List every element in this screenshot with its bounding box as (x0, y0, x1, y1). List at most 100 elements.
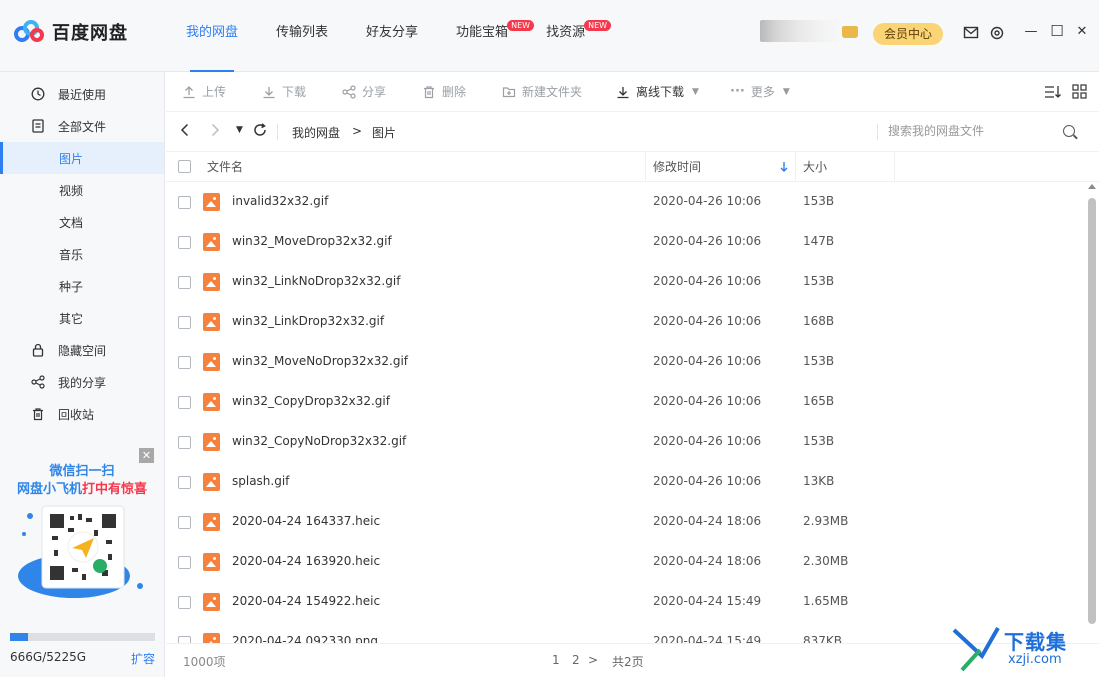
breadcrumb-separator: > (352, 124, 363, 138)
upload-button[interactable]: 上传 (182, 72, 226, 112)
table-row[interactable]: 2020-04-24 154922.heic 2020-04-24 15:49 1.… (166, 582, 1084, 622)
next-page-arrow[interactable]: > (588, 653, 598, 667)
scroll-up-arrow-icon[interactable] (1088, 184, 1096, 189)
vip-center-button[interactable]: 会员中心 (873, 23, 943, 45)
row-checkbox[interactable] (178, 356, 191, 369)
sidebar-item-1[interactable]: 全部文件 (0, 110, 164, 142)
forward-arrow-icon[interactable] (210, 123, 220, 141)
select-all-checkbox[interactable] (178, 160, 191, 173)
row-checkbox[interactable] (178, 236, 191, 249)
share-button[interactable]: 分享 (342, 72, 386, 112)
settings-icon[interactable] (989, 25, 1005, 41)
grid-view-icon[interactable] (1072, 84, 1087, 99)
file-modified: 2020-04-24 18:06 (653, 554, 762, 568)
row-checkbox[interactable] (178, 636, 191, 643)
table-row[interactable]: win32_MoveNoDrop32x32.gif 2020-04-26 10:0… (166, 342, 1084, 382)
row-checkbox[interactable] (178, 316, 191, 329)
table-row[interactable]: 2020-04-24 164337.heic 2020-04-24 18:06 2.… (166, 502, 1084, 542)
document-icon (30, 118, 46, 134)
file-name[interactable]: win32_LinkDrop32x32.gif (232, 314, 384, 328)
row-checkbox[interactable] (178, 436, 191, 449)
file-name[interactable]: win32_MoveDrop32x32.gif (232, 234, 392, 248)
tab-1[interactable]: 传输列表 (260, 0, 344, 72)
breadcrumb-root[interactable]: 我的网盘 (292, 124, 340, 141)
sidebar-item-9[interactable]: 我的分享 (0, 366, 164, 398)
file-name[interactable]: 2020-04-24 154922.heic (232, 594, 380, 608)
delete-button[interactable]: 删除 (422, 72, 466, 112)
table-row[interactable]: splash.gif 2020-04-26 10:06 13KB (166, 462, 1084, 502)
back-arrow-icon[interactable] (180, 123, 190, 141)
page-1-link[interactable]: 1 (552, 653, 560, 667)
search-input[interactable] (888, 118, 1078, 144)
file-name[interactable]: win32_MoveNoDrop32x32.gif (232, 354, 408, 368)
expand-storage-link[interactable]: 扩容 (131, 650, 155, 667)
table-row[interactable]: invalid32x32.gif 2020-04-26 10:06 153B (166, 182, 1084, 222)
sort-icon[interactable] (1044, 84, 1062, 100)
close-icon[interactable]: ✕ (1072, 24, 1092, 39)
page-2-link[interactable]: 2 (572, 653, 580, 667)
row-checkbox[interactable] (178, 196, 191, 209)
row-checkbox[interactable] (178, 556, 191, 569)
row-checkbox[interactable] (178, 476, 191, 489)
sidebar-item-8[interactable]: 隐藏空间 (0, 334, 164, 366)
new-folder-button[interactable]: 新建文件夹 (502, 72, 582, 112)
tab-2[interactable]: 好友分享 (350, 0, 434, 72)
more-button[interactable]: ··· 更多 ▼ (730, 72, 790, 112)
row-checkbox[interactable] (178, 516, 191, 529)
file-name[interactable]: invalid32x32.gif (232, 194, 328, 208)
sidebar-item-10[interactable]: 回收站 (0, 398, 164, 430)
user-avatar-blurred[interactable] (760, 20, 845, 42)
mail-icon[interactable] (963, 26, 979, 40)
chevron-down-icon[interactable]: ▼ (783, 73, 790, 111)
share-icon (30, 374, 46, 390)
file-name[interactable]: 2020-04-24 164337.heic (232, 514, 380, 528)
table-row[interactable]: 2020-04-24 163920.heic 2020-04-24 18:06 2.… (166, 542, 1084, 582)
sidebar-item-7[interactable]: 其它 (0, 302, 164, 334)
tab-0[interactable]: 我的网盘 (170, 0, 254, 72)
refresh-icon[interactable] (253, 123, 267, 141)
table-row[interactable]: win32_LinkNoDrop32x32.gif 2020-04-26 10:0… (166, 262, 1084, 302)
scroll-thumb[interactable] (1088, 198, 1096, 624)
table-row[interactable]: win32_CopyDrop32x32.gif 2020-04-26 10:06 1… (166, 382, 1084, 422)
total-pages: 共2页 (612, 655, 644, 669)
download-button[interactable]: 下载 (262, 72, 306, 112)
minimize-icon[interactable]: — (1021, 24, 1041, 39)
sort-desc-arrow-icon[interactable] (779, 161, 789, 173)
maximize-icon[interactable]: ☐ (1047, 22, 1067, 40)
table-row[interactable]: win32_MoveDrop32x32.gif 2020-04-26 10:06 1… (166, 222, 1084, 262)
qr-code-promo-image[interactable] (16, 504, 151, 604)
column-name-header[interactable]: 文件名 (207, 152, 243, 182)
column-modified-header[interactable]: 修改时间 (653, 152, 701, 182)
file-name[interactable]: win32_LinkNoDrop32x32.gif (232, 274, 400, 288)
table-row[interactable]: win32_CopyNoDrop32x32.gif 2020-04-26 10:0… (166, 422, 1084, 462)
breadcrumb-current[interactable]: 图片 (372, 124, 396, 141)
new-folder-icon (502, 87, 516, 98)
row-checkbox[interactable] (178, 596, 191, 609)
sidebar-item-4[interactable]: 文档 (0, 206, 164, 238)
file-size: 837KB (803, 634, 843, 643)
table-row[interactable]: 2020-04-24 092330.png 2020-04-24 15:49 837… (166, 622, 1084, 643)
file-name[interactable]: win32_CopyDrop32x32.gif (232, 394, 390, 408)
search-icon[interactable] (1063, 125, 1075, 137)
row-checkbox[interactable] (178, 396, 191, 409)
column-size-header[interactable]: 大小 (803, 152, 827, 182)
file-name[interactable]: 2020-04-24 163920.heic (232, 554, 380, 568)
row-checkbox[interactable] (178, 276, 191, 289)
file-name[interactable]: win32_CopyNoDrop32x32.gif (232, 434, 406, 448)
sidebar-item-0[interactable]: 最近使用 (0, 78, 164, 110)
offline-download-button[interactable]: 离线下载 ▼ (616, 72, 699, 112)
file-name[interactable]: splash.gif (232, 474, 289, 488)
history-dropdown-icon[interactable]: ▼ (236, 125, 243, 135)
tab-3[interactable]: 功能宝箱 NEW (440, 0, 535, 72)
sidebar-item-6[interactable]: 种子 (0, 270, 164, 302)
tab-4[interactable]: 找资源 NEW (530, 0, 612, 72)
sidebar-item-5[interactable]: 音乐 (0, 238, 164, 270)
promo-banner[interactable]: ✕ 微信扫一扫 网盘小飞机打中有惊喜 (0, 446, 164, 616)
file-size: 153B (803, 194, 835, 208)
sidebar-item-2[interactable]: 图片 (0, 142, 164, 174)
sidebar-item-3[interactable]: 视频 (0, 174, 164, 206)
file-name[interactable]: 2020-04-24 092330.png (232, 634, 378, 643)
chevron-down-icon[interactable]: ▼ (692, 73, 699, 111)
table-row[interactable]: win32_LinkDrop32x32.gif 2020-04-26 10:06 1… (166, 302, 1084, 342)
vertical-scrollbar[interactable] (1085, 182, 1099, 643)
